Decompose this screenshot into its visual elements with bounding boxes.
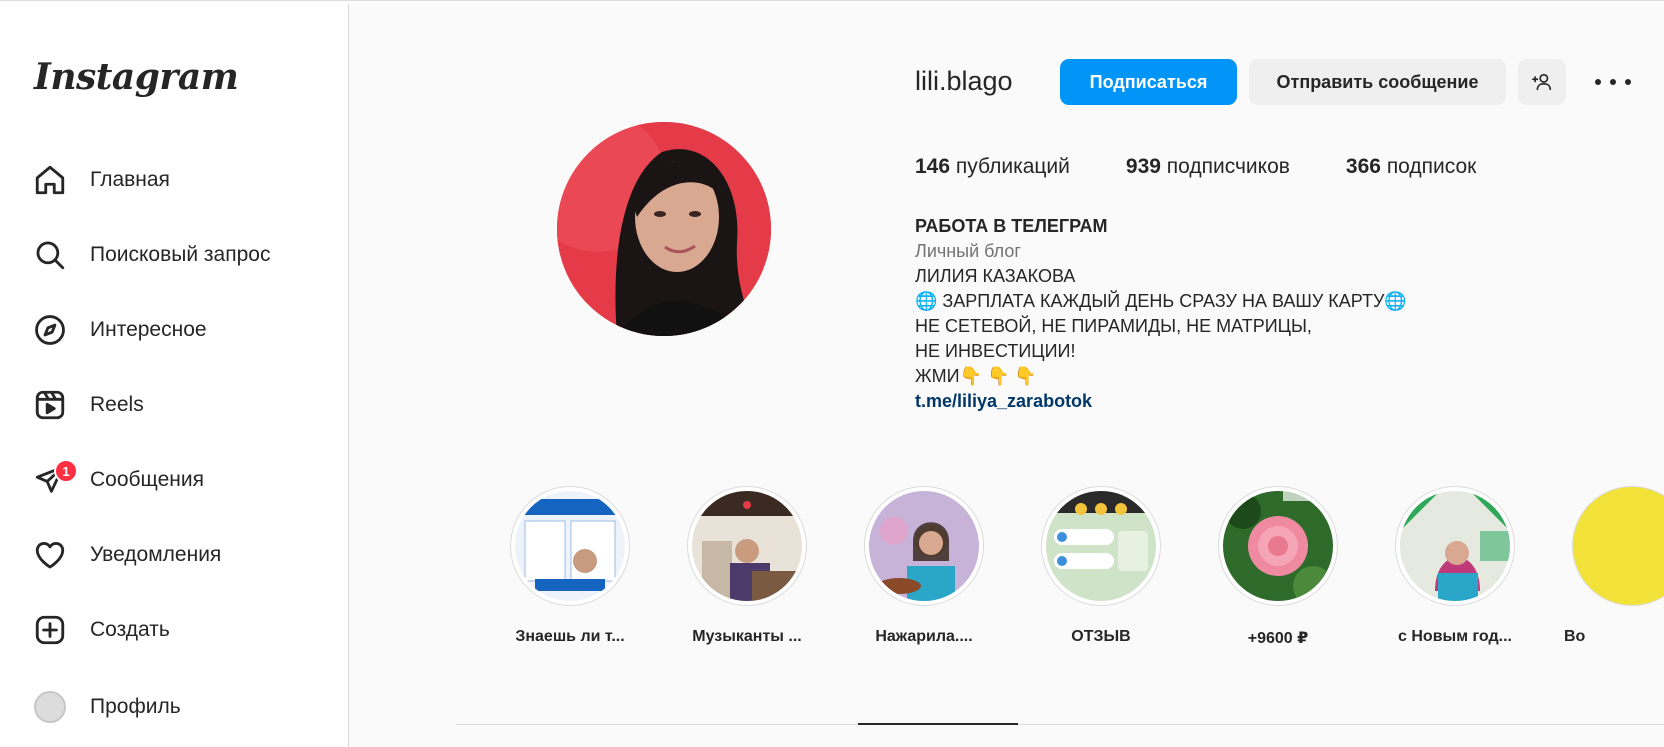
messenger-icon: 1 <box>32 459 78 498</box>
heart-icon <box>32 537 68 573</box>
highlight-label: +9600 ₽ <box>1247 630 1309 647</box>
notification-badge: 1 <box>54 459 78 483</box>
profile-username: lili.blago <box>915 66 1013 96</box>
profile-stats: 146 публикаций 939 подписчиков 366 подпи… <box>915 155 1532 179</box>
story-highlight[interactable]: с Новым год... <box>1385 486 1525 646</box>
bio-line: НЕ ИНВЕСТИЦИИ! <box>915 341 1076 361</box>
sidebar-item-label: Сообщения <box>90 468 204 491</box>
followers-stat[interactable]: 939 подписчиков <box>1126 155 1290 179</box>
highlight-cover <box>1577 491 1664 601</box>
search-icon <box>32 237 68 273</box>
sidebar-item-reels[interactable]: Reels <box>32 385 332 425</box>
sidebar-item-label: Профиль <box>90 695 181 718</box>
story-highlight[interactable]: Знаешь ли т... <box>500 486 640 646</box>
highlight-cover <box>869 491 979 601</box>
sidebar-item-home[interactable]: Главная <box>32 160 332 200</box>
add-person-icon <box>1532 73 1552 91</box>
create-icon <box>32 612 68 648</box>
highlight-label: Нажарила.... <box>875 628 973 645</box>
avatar <box>32 689 68 725</box>
follow-button[interactable]: Подписаться <box>1060 59 1237 105</box>
highlight-cover <box>1046 491 1156 601</box>
sidebar-item-label: Уведомления <box>90 543 222 566</box>
sidebar-item-label: Главная <box>90 168 170 191</box>
sidebar-item-label: Поисковый запрос <box>90 243 271 266</box>
highlight-cover <box>692 491 802 601</box>
sidebar-item-search[interactable]: Поисковый запрос <box>32 235 332 275</box>
profile-avatar[interactable] <box>557 122 771 336</box>
suggest-accounts-button[interactable] <box>1518 59 1566 105</box>
bio-line: ЖМИ👇 👇 👇 <box>915 366 1037 386</box>
sidebar-item-label: Reels <box>90 393 144 416</box>
bio-line: НЕ СЕТЕВОЙ, НЕ ПИРАМИДЫ, НЕ МАТРИЦЫ, <box>915 316 1312 336</box>
story-highlight[interactable]: Во <box>1562 486 1664 646</box>
sidebar: Instagram Главная Поисковый запрос Интер… <box>0 4 349 747</box>
tabs-divider <box>456 724 1664 725</box>
more-icon <box>1595 79 1601 85</box>
bio-link[interactable]: t.me/liliya_zarabotok <box>915 389 1407 414</box>
sidebar-item-notifications[interactable]: Уведомления <box>32 535 332 575</box>
highlight-cover <box>515 491 625 601</box>
profile-main: lili.blago Подписаться Отправить сообщен… <box>350 4 1664 747</box>
highlight-label: ОТЗЫВ <box>1071 628 1131 645</box>
sidebar-item-label: Создать <box>90 618 170 641</box>
highlight-cover <box>1223 491 1333 601</box>
bio-line: 🌐 ЗАРПЛАТА КАЖДЫЙ ДЕНЬ СРАЗУ НА ВАШУ КАР… <box>915 291 1407 311</box>
highlight-label: Во <box>1564 628 1586 645</box>
profile-bio: РАБОТА В ТЕЛЕГРАМ Личный блог ЛИЛИЯ КАЗА… <box>915 214 1407 414</box>
following-stat[interactable]: 366 подписок <box>1346 155 1476 179</box>
sidebar-item-profile[interactable]: Профиль <box>32 687 332 727</box>
story-highlight[interactable]: Музыканты ... <box>677 486 817 646</box>
profile-category: Личный блог <box>915 241 1021 261</box>
highlight-label: Знаешь ли т... <box>515 628 625 645</box>
highlight-label: Музыканты ... <box>692 628 802 645</box>
instagram-logo[interactable]: Instagram <box>34 56 239 98</box>
sidebar-item-label: Интересное <box>90 318 207 341</box>
active-tab-indicator <box>858 723 1018 725</box>
story-highlight[interactable]: Нажарила.... <box>854 486 994 646</box>
profile-display-name: РАБОТА В ТЕЛЕГРАМ <box>915 216 1108 236</box>
send-message-button[interactable]: Отправить сообщение <box>1249 59 1506 105</box>
posts-stat[interactable]: 146 публикаций <box>915 155 1070 179</box>
story-highlight[interactable]: ОТЗЫВ <box>1031 486 1171 646</box>
highlight-label: с Новым год... <box>1398 628 1512 645</box>
highlight-cover <box>1400 491 1510 601</box>
story-highlight[interactable]: +9600 ₽ <box>1208 486 1348 648</box>
sidebar-item-create[interactable]: Создать <box>32 610 332 650</box>
more-options-button[interactable] <box>1595 70 1631 94</box>
compass-icon <box>32 312 68 348</box>
reels-icon <box>32 387 68 423</box>
sidebar-item-messages[interactable]: 1 Сообщения <box>32 459 332 500</box>
home-icon <box>32 162 68 198</box>
bio-line: ЛИЛИЯ КАЗАКОВА <box>915 266 1076 286</box>
sidebar-item-explore[interactable]: Интересное <box>32 310 332 350</box>
